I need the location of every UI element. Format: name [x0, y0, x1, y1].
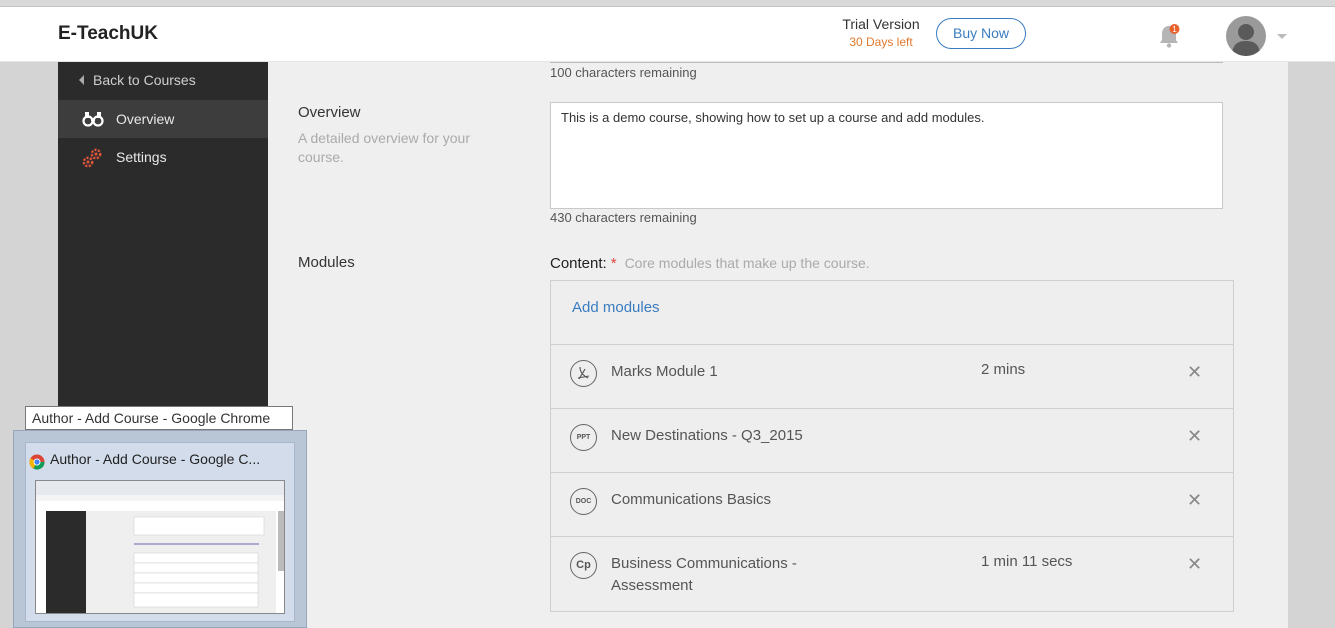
modules-list: Add modules Marks Module 1 2 mins ✕ PPT … [550, 280, 1234, 612]
title-input-bottom-edge [550, 62, 1223, 63]
taskbar-window-preview[interactable]: Author - Add Course - Google C... [13, 430, 307, 628]
content-hint: Core modules that make up the course. [624, 255, 870, 271]
sidebar-item-label: Settings [116, 149, 167, 165]
back-to-courses-link[interactable]: Back to Courses [58, 62, 268, 100]
list-item[interactable]: Cp Business Communications - Assessment … [551, 536, 1233, 612]
required-marker: * [610, 255, 617, 272]
browser-top-strip [0, 0, 1335, 7]
doc-icon: DOC [570, 488, 597, 515]
preview-frame: Author - Add Course - Google C... [25, 442, 295, 622]
module-name: Marks Module 1 [611, 363, 718, 380]
notification-count: 1 [1172, 25, 1177, 34]
sidebar-item-overview[interactable]: Overview [58, 100, 268, 138]
course-form: 100 characters remaining Overview A deta… [268, 62, 1288, 628]
module-name: Business Communications - Assessment [611, 555, 797, 594]
chevron-left-icon [79, 75, 84, 85]
add-modules-label: Add modules [572, 299, 660, 316]
gears-icon [82, 147, 104, 168]
sidebar-item-label: Overview [116, 111, 175, 127]
remove-module-close-icon[interactable]: ✕ [1187, 554, 1202, 575]
list-item[interactable]: PPT New Destinations - Q3_2015 ✕ [551, 408, 1233, 472]
pdf-icon [570, 360, 597, 387]
overview-section-label: Overview [298, 104, 361, 121]
module-duration: 1 min 11 secs [981, 553, 1073, 570]
notification-bell-icon[interactable]: 1 [1157, 23, 1181, 49]
trial-title: Trial Version [842, 16, 920, 32]
chrome-icon [29, 454, 45, 470]
back-to-courses-label: Back to Courses [93, 72, 196, 88]
preview-screenshot [35, 480, 285, 614]
avatar[interactable] [1226, 16, 1266, 56]
remove-module-close-icon[interactable]: ✕ [1187, 490, 1202, 511]
binoculars-icon [82, 109, 104, 129]
preview-title: Author - Add Course - Google C... [50, 451, 261, 467]
content-label-text: Content: [550, 255, 607, 272]
module-name: Communications Basics [611, 491, 772, 508]
ppt-icon: PPT [570, 424, 597, 451]
trial-days-left: 30 Days left [849, 35, 913, 49]
app-header: E-TeachUK Trial Version 30 Days left Buy… [0, 7, 1335, 62]
modules-section-label: Modules [298, 254, 355, 271]
captivate-icon: Cp [570, 552, 597, 579]
user-menu-chevron-down-icon[interactable] [1277, 34, 1287, 39]
remove-module-close-icon[interactable]: ✕ [1187, 362, 1202, 383]
overview-section-description: A detailed overview for your course. [298, 130, 470, 165]
content-field-label: Content: * Core modules that make up the c… [550, 255, 870, 272]
taskbar-tooltip: Author - Add Course - Google Chrome [25, 406, 293, 430]
overview-textarea[interactable]: This is a demo course, showing how to se… [550, 102, 1223, 209]
sidebar-item-settings[interactable]: Settings [58, 138, 268, 176]
overview-chars-remaining: 430 characters remaining [550, 210, 697, 225]
title-chars-remaining: 100 characters remaining [550, 65, 697, 80]
remove-module-close-icon[interactable]: ✕ [1187, 426, 1202, 447]
list-item[interactable]: DOC Communications Basics ✕ [551, 472, 1233, 536]
module-name: New Destinations - Q3_2015 [611, 427, 803, 444]
brand-logo[interactable]: E-TeachUK [58, 23, 158, 45]
add-modules-link[interactable]: Add modules [551, 281, 1233, 344]
module-duration: 2 mins [981, 361, 1026, 378]
trial-info: Trial Version 30 Days left [830, 16, 932, 49]
page-scrollbar[interactable] [1288, 62, 1335, 628]
list-item[interactable]: Marks Module 1 2 mins ✕ [551, 344, 1233, 408]
buy-now-button[interactable]: Buy Now [936, 18, 1026, 49]
